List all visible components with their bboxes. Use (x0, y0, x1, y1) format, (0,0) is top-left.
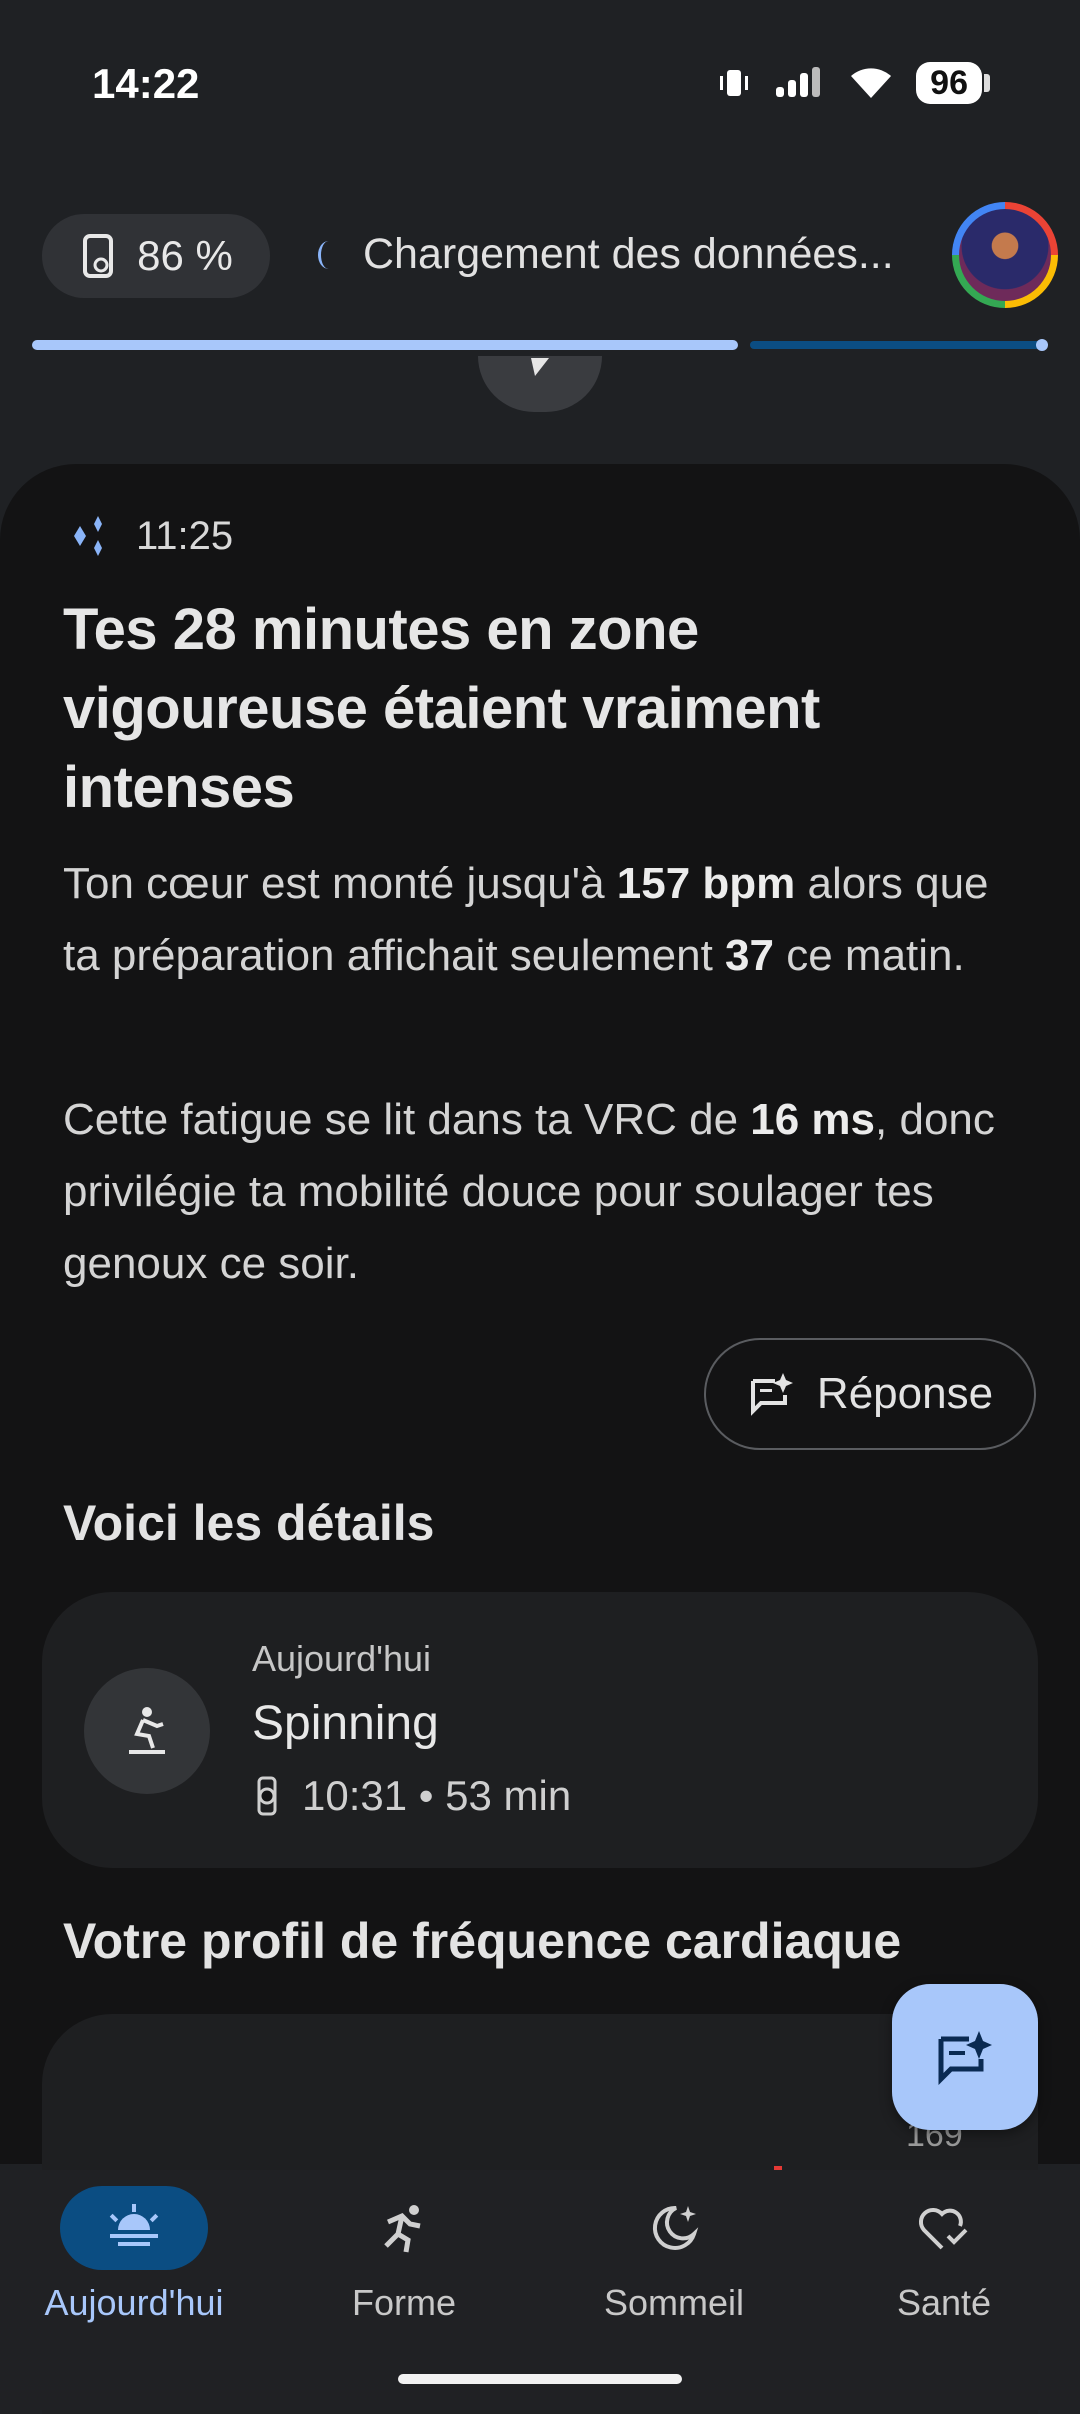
watch-battery-icon (83, 234, 114, 278)
sync-progress-filled (32, 340, 738, 350)
sync-status: Chargement des données... (318, 230, 894, 279)
status-icons: 96 (716, 62, 990, 104)
insight-headline: Tes 28 minutes en zone vigoureuse étaien… (63, 597, 820, 820)
wifi-icon (851, 68, 892, 98)
pull-handle[interactable] (478, 356, 602, 412)
moon-icon (652, 2205, 696, 2250)
text-segment: Ton cœur est monté jusqu'à (63, 859, 617, 908)
insight-paragraph-2: Cette fatigue se lit dans ta VRC de 16 m… (63, 1084, 1033, 1300)
reply-label: Réponse (816, 1369, 994, 1418)
text-segment: ce matin. (774, 931, 965, 980)
nav-fitness-pill (330, 2186, 478, 2270)
activity-time-duration: 10:31 • 53 min (302, 1772, 572, 1819)
running-icon (384, 2205, 421, 2253)
activity-meta: 10:31 • 53 min (252, 1772, 571, 1820)
loading-spinner-icon (318, 240, 339, 269)
activity-icon-container (84, 1668, 210, 1794)
readiness-value: 37 (725, 931, 774, 980)
vibrate-icon (720, 70, 749, 96)
activity-name: Spinning (252, 1697, 439, 1750)
heart-profile-title: Votre profil de fréquence cardiaque (63, 1913, 902, 1969)
nav-sleep-label: Sommeil (603, 2282, 745, 2323)
nav-sleep-pill (600, 2186, 748, 2270)
sparkle-icon (74, 516, 102, 556)
reply-sparkle-icon (750, 1373, 793, 1416)
nav-health[interactable]: Santé (814, 2186, 1074, 2324)
nav-sleep[interactable]: Sommeil (544, 2186, 804, 2324)
battery-tip (984, 74, 990, 92)
watch-battery-text: 86 % (137, 232, 233, 279)
watch-battery-chip[interactable]: 86 % (42, 214, 270, 298)
insight-paragraph-1: Ton cœur est monté jusqu'à 157 bpm alors… (63, 848, 1033, 992)
sync-progress-end-dot (1036, 339, 1048, 351)
battery-level: 96 (916, 62, 982, 104)
stationary-bike-icon (129, 1707, 165, 1754)
nav-today-label: Aujourd'hui (44, 2282, 224, 2323)
text-segment: Cette fatigue se lit dans ta VRC de (63, 1095, 751, 1144)
bpm-value: 157 bpm (616, 859, 796, 908)
sync-progress-track (750, 341, 1046, 349)
profile-avatar[interactable] (952, 202, 1058, 308)
insight-time: 11:25 (136, 513, 234, 558)
reply-button[interactable]: Réponse (704, 1338, 1036, 1450)
details-title: Voici les détails (63, 1495, 435, 1551)
home-indicator[interactable] (398, 2374, 682, 2384)
nav-fitness[interactable]: Forme (274, 2186, 534, 2324)
arrow-icon (531, 358, 549, 376)
activity-date: Aujourd'hui (252, 1638, 431, 1679)
signal-icon (776, 67, 821, 97)
avatar-image (959, 209, 1051, 301)
nav-today[interactable]: Aujourd'hui (4, 2186, 264, 2324)
nav-fitness-label: Forme (351, 2282, 456, 2323)
status-time: 14:22 (92, 60, 200, 107)
heart-check-icon (918, 2207, 968, 2250)
nav-today-pill (60, 2186, 208, 2270)
ask-assistant-fab[interactable] (892, 1984, 1038, 2130)
chat-sparkle-icon (938, 2031, 992, 2085)
nav-health-pill (870, 2186, 1018, 2270)
hrv-value: 16 ms (750, 1095, 876, 1144)
loading-text: Chargement des données... (363, 230, 894, 278)
insight-timestamp-row: 11:25 (64, 512, 233, 560)
watch-icon (257, 1776, 277, 1816)
sunrise-icon (109, 2204, 159, 2246)
nav-health-label: Santé (896, 2282, 992, 2323)
